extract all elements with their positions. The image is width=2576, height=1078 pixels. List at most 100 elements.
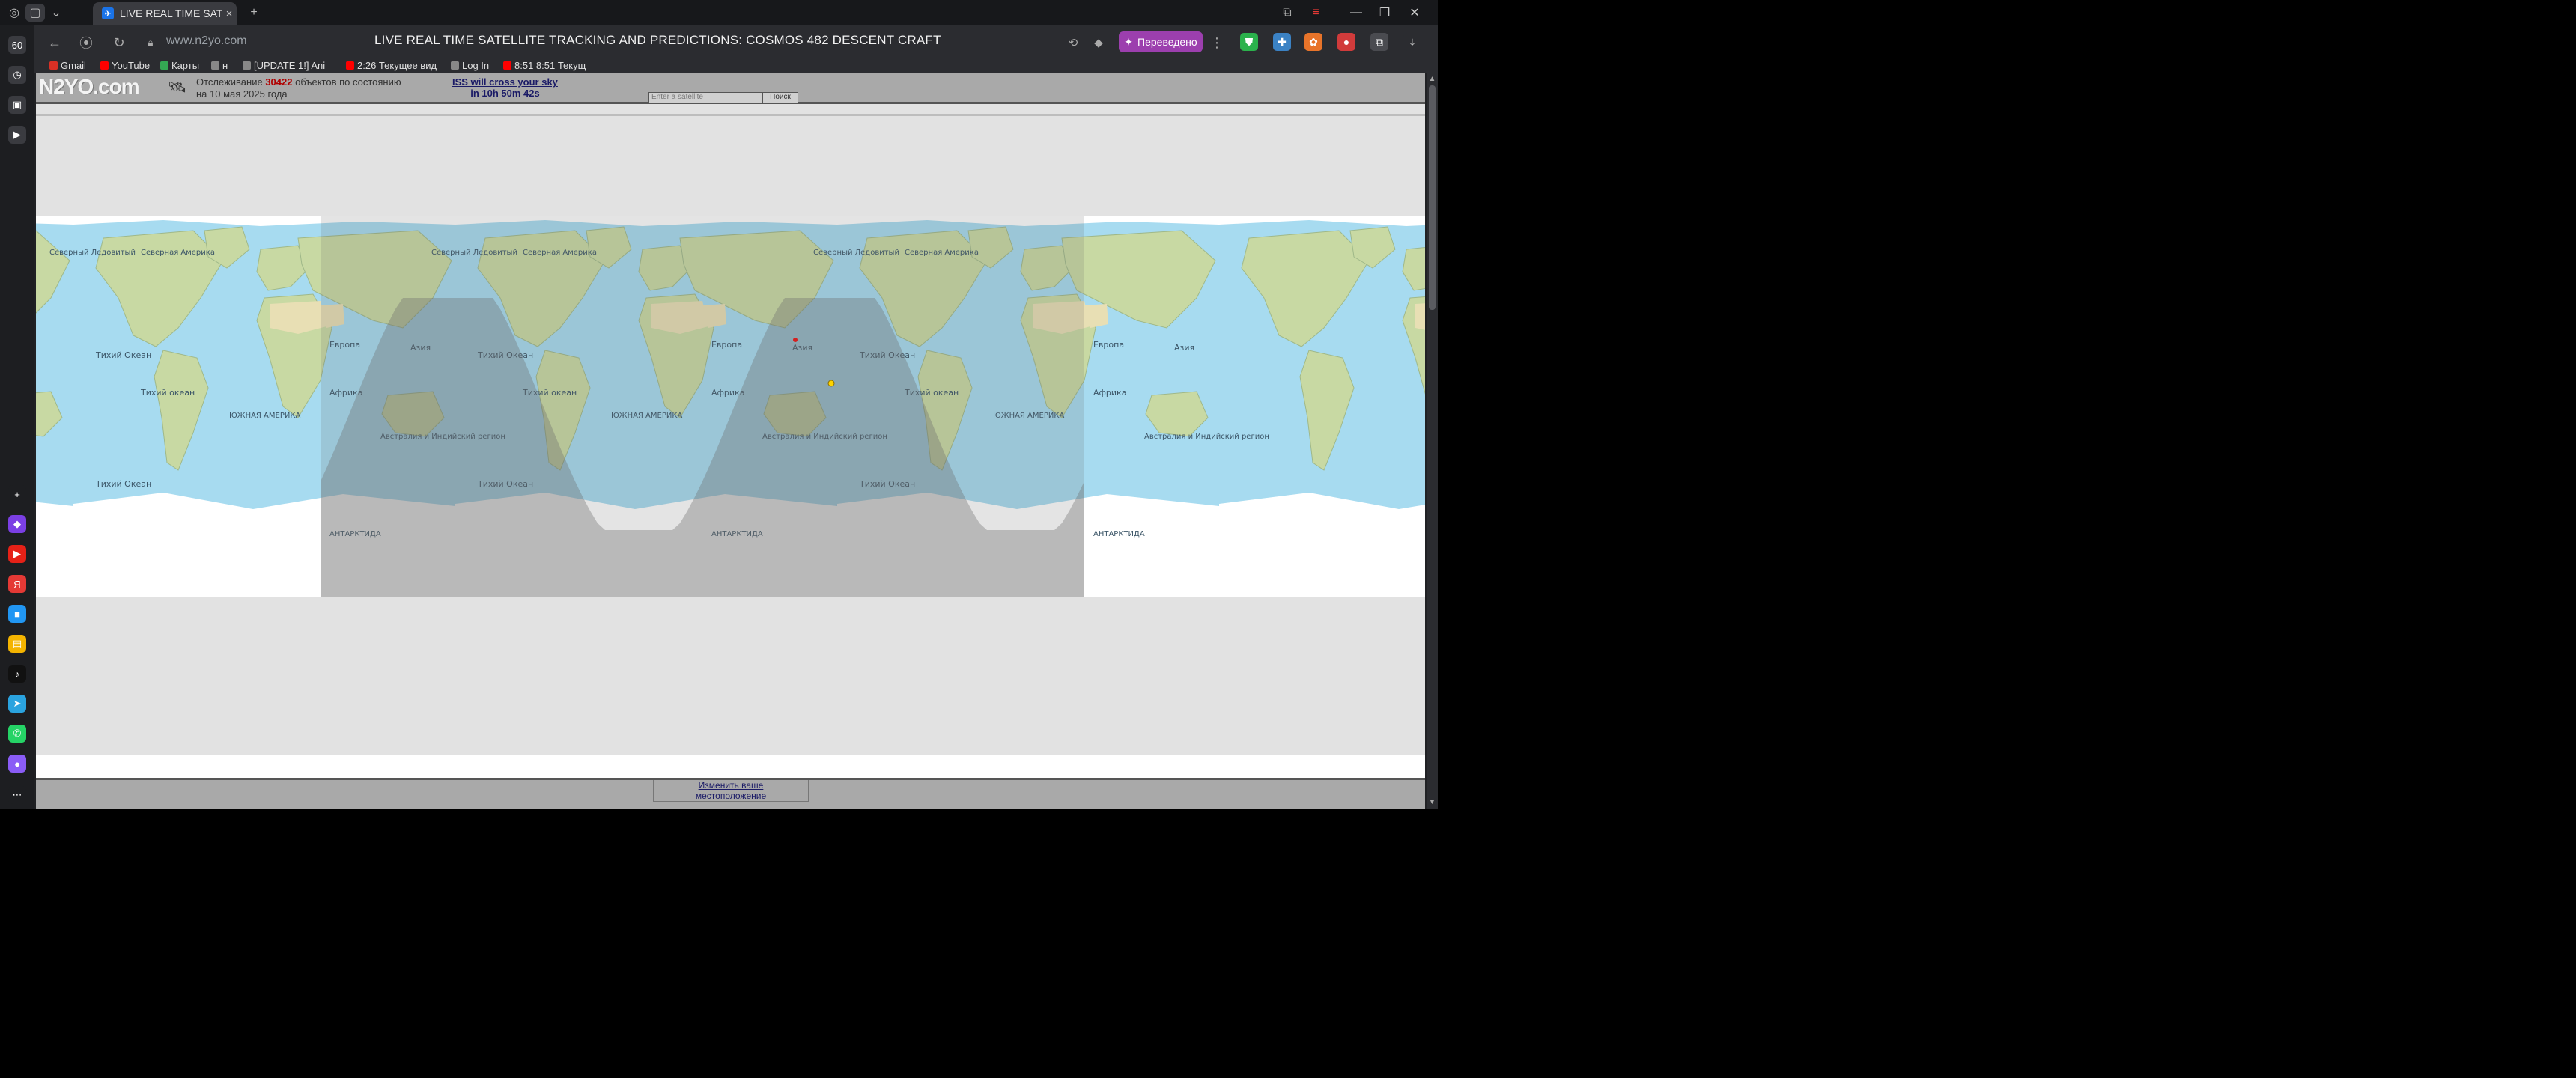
- tab-menu-chevron-icon[interactable]: ⌄: [46, 4, 66, 22]
- satellite-map[interactable]: Северный Ледовитый Северная Америка Тихий …: [36, 216, 1425, 597]
- add-icon[interactable]: +: [8, 485, 26, 503]
- site-header: N2YO.com 🛰︎ Отслеживание 30422 объектов …: [36, 73, 1425, 104]
- tab-active[interactable]: ✈ LIVE REAL TIME SATEL ×: [93, 2, 237, 25]
- messenger-icon[interactable]: ●: [8, 755, 26, 773]
- more-icon[interactable]: ⋯: [8, 786, 26, 804]
- browser-logo-icon[interactable]: ◎: [4, 4, 24, 22]
- bookmark-gmail[interactable]: Gmail: [49, 60, 86, 71]
- player-icon[interactable]: ▶: [8, 126, 26, 144]
- bookmarks-bar: Gmail YouTube Карты н [UPDATE 1!] Ani 2:…: [0, 58, 1438, 73]
- history-icon[interactable]: ◷: [8, 66, 26, 84]
- label-australia: Австралия и Индийский регион: [1144, 433, 1269, 441]
- close-window-button[interactable]: ✕: [1400, 4, 1429, 22]
- search-button[interactable]: Поиск: [762, 92, 798, 104]
- translate-icon[interactable]: ⟲: [1063, 33, 1083, 52]
- scroll-thumb[interactable]: [1429, 85, 1436, 310]
- bookmark-video-2[interactable]: 8:51 8:51 Текущ: [503, 60, 586, 71]
- label-pacific: Тихий Океан: [95, 350, 151, 360]
- address-bar: ← ⦿ ↻ 🔒︎ www.n2yo.com LIVE REAL TIME SAT…: [0, 25, 1438, 58]
- tracking-status: Отслеживание 30422 объектов по состоянию…: [196, 76, 401, 100]
- page-scrollbar[interactable]: ▲ ▼: [1427, 73, 1438, 808]
- tab-title: LIVE REAL TIME SATEL: [120, 7, 222, 19]
- translated-label: Переведено: [1137, 36, 1197, 48]
- bookmark-update[interactable]: [UPDATE 1!] Ani: [243, 60, 325, 71]
- lock-icon[interactable]: 🔒︎: [141, 33, 160, 52]
- back-icon[interactable]: ←: [45, 33, 64, 52]
- iss-pass-info: ISS will cross your sky in 10h 50m 42s: [452, 76, 558, 99]
- screenshot-icon[interactable]: ▣: [8, 96, 26, 114]
- label-north-america: Северная Америка: [141, 249, 215, 257]
- translate-badge-icon: ✦: [1124, 35, 1134, 48]
- iss-countdown: in 10h 50m 42s: [470, 88, 540, 99]
- change-location-link-2[interactable]: местоположение: [696, 791, 766, 801]
- tab-search-icon[interactable]: ⧉: [1278, 4, 1297, 22]
- bookmark-youtube[interactable]: YouTube: [100, 60, 150, 71]
- youtube-icon: [100, 61, 109, 70]
- speed-dial-icon[interactable]: 60: [8, 36, 26, 54]
- page-viewport: N2YO.com 🛰︎ Отслеживание 30422 объектов …: [36, 73, 1425, 808]
- world-map-svg: Северный Ледовитый Северная Америка Тихий …: [36, 216, 1425, 597]
- youtube-icon: [503, 61, 511, 70]
- label-pacific-2: Тихий океан: [140, 388, 195, 398]
- iss-link[interactable]: ISS will cross your sky: [452, 76, 558, 88]
- extension-3-icon[interactable]: ●: [1337, 33, 1355, 51]
- aria-icon[interactable]: ◆: [8, 515, 26, 533]
- browser-sidebar: 60 ◷ ▣ ▶ + ◆ ▶ Я ■ ▤ ♪ ➤ ✆ ● ⋯: [0, 25, 34, 808]
- folder-icon: [211, 61, 219, 70]
- label-europe: Европа: [1093, 340, 1124, 350]
- translated-badge[interactable]: ✦ Переведено: [1119, 31, 1203, 52]
- new-tab-button[interactable]: +: [244, 4, 264, 22]
- extensions-menu-icon[interactable]: ⧉: [1370, 33, 1388, 51]
- label-pacific-3: Тихий Океан: [95, 479, 151, 489]
- restore-button[interactable]: ❐: [1370, 4, 1399, 22]
- bookmark-video-1[interactable]: 2:26 Текущее вид: [346, 60, 437, 71]
- extension-icon[interactable]: ✚: [1273, 33, 1291, 51]
- header-divider: [36, 114, 1425, 116]
- label-asia: Азия: [1174, 343, 1194, 353]
- antarctica-ice: [1219, 493, 1425, 597]
- minimize-button[interactable]: —: [1342, 4, 1370, 22]
- satellite-position-marker[interactable]: [827, 380, 835, 387]
- satellite-search-input[interactable]: Enter a satellite: [648, 92, 762, 104]
- youtube-icon: [346, 61, 354, 70]
- folder-icon: [451, 61, 459, 70]
- telegram-icon[interactable]: ➤: [8, 695, 26, 713]
- yandex-icon[interactable]: Я: [8, 575, 26, 593]
- youtube-icon[interactable]: ▶: [8, 545, 26, 563]
- page-title: LIVE REAL TIME SATELLITE TRACKING AND PR…: [374, 33, 941, 47]
- bookmark-folder-n[interactable]: н: [211, 60, 228, 71]
- notes-icon[interactable]: ▤: [8, 635, 26, 653]
- tab-bar: ◎ ▢ ⌄ ✈ LIVE REAL TIME SATEL × + ⧉ ≡ — ❐…: [0, 0, 1438, 25]
- label-antarctica: АНТАРКТИДА: [1093, 530, 1145, 538]
- download-icon[interactable]: ⤓: [1403, 33, 1421, 51]
- bookmark-login[interactable]: Log In: [451, 60, 489, 71]
- tiktok-icon[interactable]: ♪: [8, 665, 26, 683]
- more-menu-icon[interactable]: ⋮: [1207, 33, 1227, 52]
- workspace-icon[interactable]: ▢: [25, 4, 45, 22]
- change-location-box[interactable]: Изменить ваше местоположение: [653, 780, 809, 802]
- vpn-extension-icon[interactable]: ⛊: [1240, 33, 1258, 51]
- notifications-icon[interactable]: ≡: [1306, 4, 1325, 22]
- scroll-up-icon[interactable]: ▲: [1427, 75, 1438, 85]
- url-field[interactable]: www.n2yo.com: [166, 34, 247, 48]
- reload-icon[interactable]: ↻: [109, 33, 129, 52]
- scroll-down-icon[interactable]: ▼: [1427, 798, 1438, 808]
- observer-marker[interactable]: [793, 338, 798, 342]
- site-logo[interactable]: N2YO.com: [39, 75, 140, 99]
- tab-close-icon[interactable]: ×: [222, 7, 237, 20]
- extension-2-icon[interactable]: ✿: [1304, 33, 1322, 51]
- bookmark-icon[interactable]: ◆: [1089, 33, 1108, 52]
- label-south-america: ЮЖНАЯ АМЕРИКА: [229, 412, 300, 420]
- bookmark-maps[interactable]: Карты: [160, 60, 199, 71]
- whatsapp-icon[interactable]: ✆: [8, 725, 26, 743]
- maps-icon: [160, 61, 168, 70]
- change-location-link-1[interactable]: Изменить ваше: [699, 780, 764, 791]
- forward-icon[interactable]: ⦿: [76, 33, 96, 52]
- site-footer: Изменить ваше местоположение: [36, 780, 1425, 808]
- satellite-icon: 🛰︎: [168, 79, 187, 96]
- antarctica-ice: [36, 502, 73, 597]
- content-band: [36, 755, 1425, 780]
- browser-window: ◎ ▢ ⌄ ✈ LIVE REAL TIME SATEL × + ⧉ ≡ — ❐…: [0, 0, 1438, 808]
- label-arctic: Северный Ледовитый: [49, 249, 136, 257]
- tool-icon[interactable]: ■: [8, 605, 26, 623]
